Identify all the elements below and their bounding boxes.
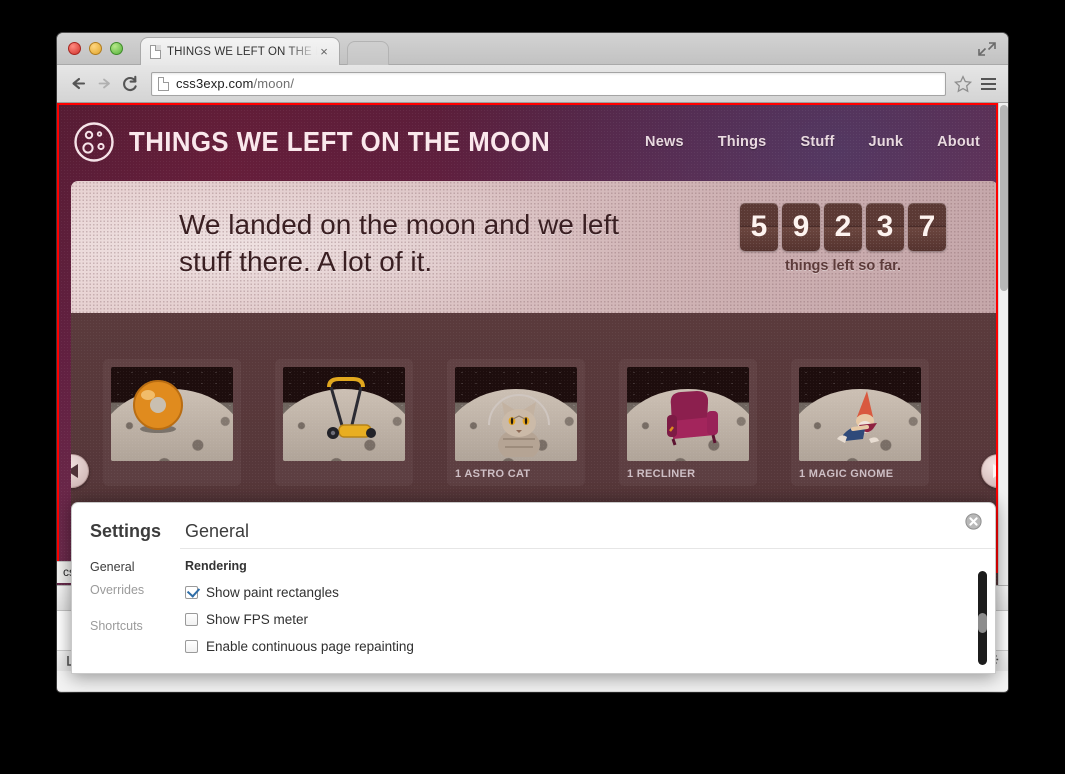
lawnmower-icon (327, 377, 376, 439)
card-thumbnail (283, 367, 405, 461)
astronaut-cat-icon (488, 394, 550, 457)
settings-nav: General Overrides Shortcuts (72, 556, 180, 660)
option-row[interactable]: Show paint rectangles (185, 579, 995, 606)
site-brand[interactable]: THINGS WE LEFT ON THE MOON (73, 121, 587, 163)
browser-tab[interactable]: THINGS WE LEFT ON THE MOON × (140, 37, 340, 65)
hero-headline: We landed on the moon and we left stuff … (179, 209, 620, 277)
window-close-button[interactable] (68, 42, 81, 55)
checkbox-show-paint-rectangles[interactable] (185, 586, 198, 599)
settings-header: Settings General (72, 503, 995, 542)
settings-nav-general[interactable]: General (90, 556, 180, 579)
arrow-right-icon[interactable] (91, 71, 117, 97)
card-thumbnail (627, 367, 749, 461)
chevron-left-icon (71, 464, 78, 478)
hero-banner: We landed on the moon and we left stuff … (71, 181, 998, 313)
page-icon (150, 44, 161, 59)
donut-icon (133, 380, 183, 433)
nav-item-news[interactable]: News (645, 134, 684, 150)
nav-item-about[interactable]: About (937, 134, 980, 150)
checkbox-label[interactable]: Show FPS meter (206, 612, 308, 627)
nav-item-stuff[interactable]: Stuff (800, 134, 834, 150)
moon-icon (73, 121, 115, 163)
hamburger-menu-icon[interactable] (976, 71, 1000, 97)
list-item[interactable] (103, 359, 241, 486)
settings-content: Rendering Show paint rectangles Show FPS… (180, 548, 995, 660)
page-icon (158, 76, 169, 91)
site-title: THINGS WE LEFT ON THE MOON (129, 126, 551, 157)
card-thumbnail (111, 367, 233, 461)
url-text: css3exp.com/moon/ (176, 76, 294, 91)
section-title-rendering: Rendering (185, 559, 247, 573)
settings-scrollbar[interactable] (978, 571, 987, 665)
list-item-label: 1 MAGIC GNOME (799, 468, 894, 480)
things-counter: 5 9 2 3 7 things left so far. (740, 203, 946, 274)
list-item[interactable]: 1 ASTRO CAT (447, 359, 585, 486)
star-icon[interactable] (952, 73, 974, 95)
option-row[interactable]: Show FPS meter (185, 606, 995, 633)
nav-item-things[interactable]: Things (718, 134, 767, 150)
settings-nav-overrides[interactable]: Overrides (90, 579, 180, 602)
counter-digit: 2 (824, 203, 862, 251)
settings-dialog-title: Settings (90, 521, 162, 541)
carousel-prev-button[interactable] (71, 454, 89, 488)
list-item[interactable]: 1 RECLINER (619, 359, 757, 486)
close-circle-icon[interactable] (965, 513, 982, 530)
site-header: THINGS WE LEFT ON THE MOON News Things S… (57, 103, 1008, 181)
settings-pane-title: General (185, 521, 250, 541)
counter-caption: things left so far. (784, 258, 901, 274)
list-item[interactable]: 1 MAGIC GNOME (791, 359, 929, 486)
window-minimize-button[interactable] (89, 42, 102, 55)
scrollbar-thumb[interactable] (1000, 105, 1008, 291)
window-zoom-button[interactable] (110, 42, 123, 55)
recliner-chair-icon (667, 391, 718, 446)
scrollbar-thumb[interactable] (978, 613, 987, 633)
list-item-label: 1 ASTRO CAT (455, 468, 531, 480)
browser-toolbar: css3exp.com/moon/ (57, 65, 1008, 103)
window-controls (68, 42, 123, 55)
carousel-cards: 1 ASTRO CAT 1 RECLINER 1 MAGIC GNOME (103, 359, 998, 486)
new-tab-button[interactable] (347, 41, 389, 65)
settings-dialog: Settings General General Overrides Short… (71, 502, 996, 674)
settings-nav-spacer (90, 602, 180, 615)
counter-digit: 7 (908, 203, 946, 251)
carousel-next-button[interactable] (981, 454, 998, 488)
settings-body: General Overrides Shortcuts Rendering Sh… (72, 548, 995, 660)
list-item[interactable] (275, 359, 413, 486)
counter-digit: 9 (782, 203, 820, 251)
fullscreen-icon[interactable] (976, 40, 998, 58)
reload-icon[interactable] (117, 71, 143, 97)
option-row[interactable]: Enable continuous page repainting (185, 633, 995, 660)
checkbox-enable-continuous-page-repainting[interactable] (185, 640, 198, 653)
tab-title: THINGS WE LEFT ON THE MOON (167, 45, 317, 58)
card-thumbnail (455, 367, 577, 461)
arrow-left-icon[interactable] (65, 71, 91, 97)
tab-strip: THINGS WE LEFT ON THE MOON × (57, 33, 1008, 65)
checkbox-show-fps-meter[interactable] (185, 613, 198, 626)
counter-digit: 5 (740, 203, 778, 251)
address-bar[interactable]: css3exp.com/moon/ (151, 71, 946, 96)
counter-digit: 3 (866, 203, 904, 251)
checkbox-label[interactable]: Enable continuous page repainting (206, 639, 414, 654)
settings-nav-shortcuts[interactable]: Shortcuts (90, 615, 180, 638)
counter-digits: 5 9 2 3 7 (740, 203, 946, 251)
garden-gnome-icon (837, 391, 879, 443)
checkbox-label[interactable]: Show paint rectangles (206, 585, 339, 600)
screenshot-root: THINGS WE LEFT ON THE MOON × (0, 0, 1065, 774)
card-thumbnail (799, 367, 921, 461)
url-host: css3exp.com (176, 76, 254, 91)
site-nav: News Things Stuff Junk About (645, 134, 980, 150)
close-icon[interactable]: × (317, 45, 331, 59)
nav-item-junk[interactable]: Junk (868, 134, 903, 150)
url-path: /moon/ (253, 76, 295, 91)
list-item-label: 1 RECLINER (627, 468, 696, 480)
